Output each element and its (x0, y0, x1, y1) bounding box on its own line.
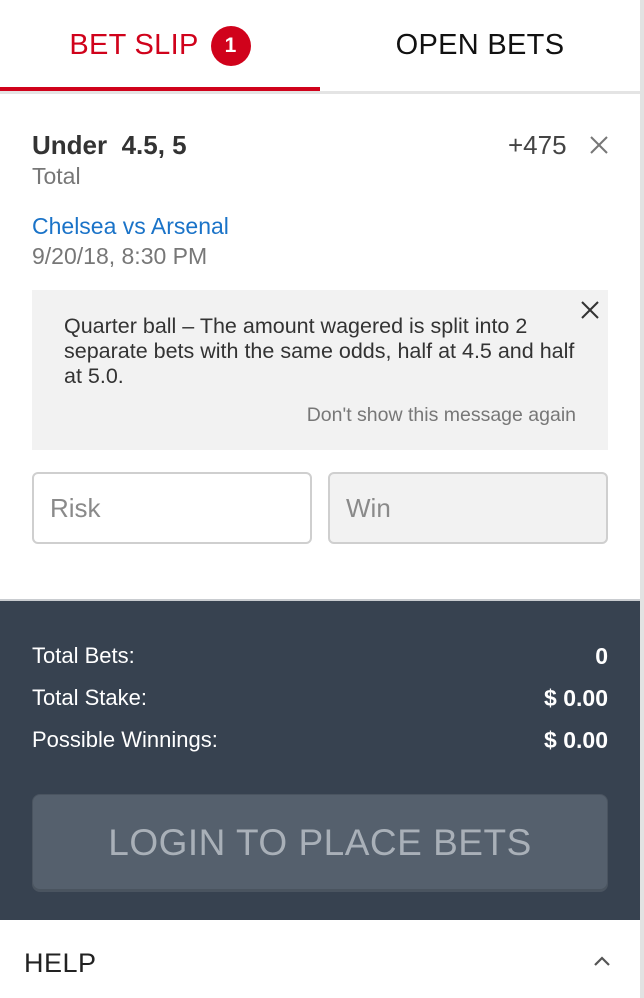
login-to-place-bets-button[interactable]: LOGIN TO PLACE BETS (32, 794, 608, 892)
notice-close-icon[interactable] (580, 300, 600, 320)
dont-show-again-link[interactable]: Don't show this message again (307, 404, 576, 427)
tab-open-bets-label: OPEN BETS (395, 29, 565, 61)
bet-event-link[interactable]: Chelsea vs Arsenal (32, 213, 229, 240)
bet-count-badge: 1 (210, 25, 251, 66)
total-bets-label: Total Bets: (32, 643, 135, 668)
risk-input[interactable] (32, 472, 312, 544)
bet-datetime: 9/20/18, 8:30 PM (32, 243, 208, 269)
possible-winnings-value: $ 0.00 (544, 727, 608, 753)
remove-bet-close-icon[interactable] (588, 134, 610, 156)
tab-bet-slip-label: BET SLIP (69, 29, 199, 61)
possible-winnings-label: Possible Winnings: (32, 727, 218, 752)
bet-selection: Under 4.5, 5 (32, 130, 187, 160)
help-label: HELP (24, 948, 97, 978)
notice-text: Quarter ball – The amount wagered is spl… (64, 314, 575, 388)
bet-market: Total (32, 163, 81, 189)
bet-tabs: BET SLIP 1 OPEN BETS (0, 0, 640, 94)
chevron-up-icon (594, 956, 610, 966)
bet-card: Under 4.5, 5 +475 Total Chelsea vs Arsen… (0, 94, 640, 599)
total-stake-value: $ 0.00 (544, 685, 608, 711)
bet-odds: +475 (508, 130, 567, 160)
active-tab-indicator (0, 87, 320, 91)
tab-bet-slip[interactable]: BET SLIP 1 (0, 0, 320, 91)
bet-summary: Total Bets: 0 Total Stake: $ 0.00 Possib… (0, 599, 640, 920)
panel-edge (640, 0, 644, 998)
total-stake-label: Total Stake: (32, 685, 147, 710)
quarter-ball-notice: Quarter ball – The amount wagered is spl… (32, 290, 608, 450)
total-bets-value: 0 (595, 643, 608, 669)
win-input[interactable] (328, 472, 608, 544)
tab-open-bets[interactable]: OPEN BETS (320, 0, 640, 91)
help-section[interactable]: HELP (0, 920, 640, 998)
